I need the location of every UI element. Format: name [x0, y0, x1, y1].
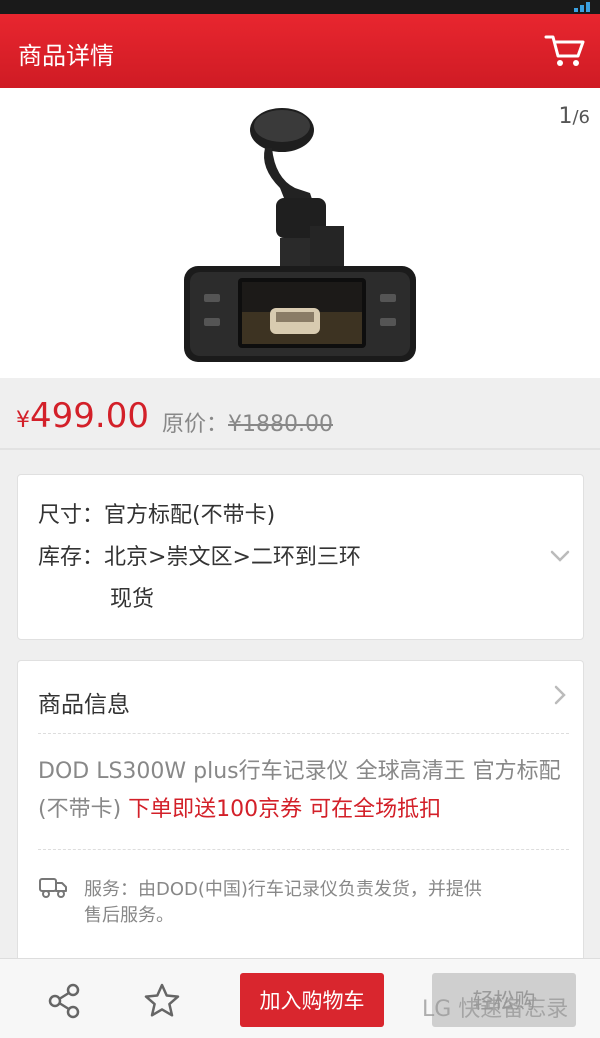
- product-info-card: 商品信息 DOD LS300W plus行车记录仪 全球高清王 官方标配 (不带…: [17, 660, 584, 960]
- gallery-current: 1: [558, 104, 573, 129]
- product-gallery[interactable]: 1/6: [0, 88, 600, 378]
- share-icon[interactable]: [44, 981, 84, 1021]
- add-to-cart-button[interactable]: 加入购物车: [240, 973, 384, 1027]
- chevron-right-icon[interactable]: [551, 683, 569, 707]
- original-price-label: 原价：: [162, 412, 229, 437]
- signal-icon: [574, 2, 590, 12]
- price-value: 499.00: [30, 396, 149, 436]
- stock-row: 库存：北京>崇文区>二环到三环: [38, 539, 361, 571]
- size-value: 官方标配(不带卡): [104, 503, 276, 528]
- gallery-page-indicator: 1/6: [558, 104, 590, 129]
- spec-selector[interactable]: 尺寸：官方标配(不带卡) 库存：北京>崇文区>二环到三环 现货: [17, 474, 584, 640]
- stock-status: 现货: [110, 587, 155, 612]
- gallery-total: /6: [572, 107, 590, 128]
- star-icon[interactable]: [142, 981, 182, 1021]
- delivery-truck-icon: [38, 875, 68, 899]
- watermark-text: LG 快速备忘录: [422, 997, 569, 1022]
- original-price: 原价：¥1880.00: [162, 406, 333, 438]
- product-description: DOD LS300W plus行车记录仪 全球高清王 官方标配 (不带卡) 下单…: [38, 753, 568, 829]
- promo-text: 下单即送100京券 可在全场抵扣: [128, 797, 442, 822]
- status-bar: [0, 0, 600, 14]
- service-line-1: 服务：由DOD(中国)行车记录仪负责发货，并提供: [84, 879, 482, 900]
- chevron-down-icon[interactable]: [549, 545, 571, 567]
- current-price: ¥499.00: [16, 396, 149, 436]
- product-image: [180, 98, 420, 368]
- stock-label: 库存：: [38, 545, 105, 570]
- stock-location: 北京>崇文区>二环到三环: [104, 545, 361, 570]
- product-info-title[interactable]: 商品信息: [38, 685, 130, 719]
- currency-symbol: ¥: [16, 408, 30, 433]
- page-title: 商品详情: [18, 42, 114, 70]
- app-header: 商品详情: [0, 14, 600, 88]
- divider: [38, 849, 569, 850]
- divider: [38, 733, 569, 734]
- service-info: 服务：由DOD(中国)行车记录仪负责发货，并提供 售后服务。: [84, 877, 574, 929]
- size-row: 尺寸：官方标配(不带卡): [38, 497, 275, 529]
- shopping-cart-icon[interactable]: [544, 32, 586, 70]
- bottom-action-bar: 加入购物车 轻松购 LG 快速备忘录: [0, 958, 600, 1038]
- status-icons: [574, 0, 590, 14]
- price-row: ¥499.00 原价：¥1880.00: [0, 378, 600, 450]
- size-label: 尺寸：: [38, 503, 105, 528]
- service-line-2: 售后服务。: [84, 905, 174, 926]
- original-price-value: ¥1880.00: [228, 412, 333, 437]
